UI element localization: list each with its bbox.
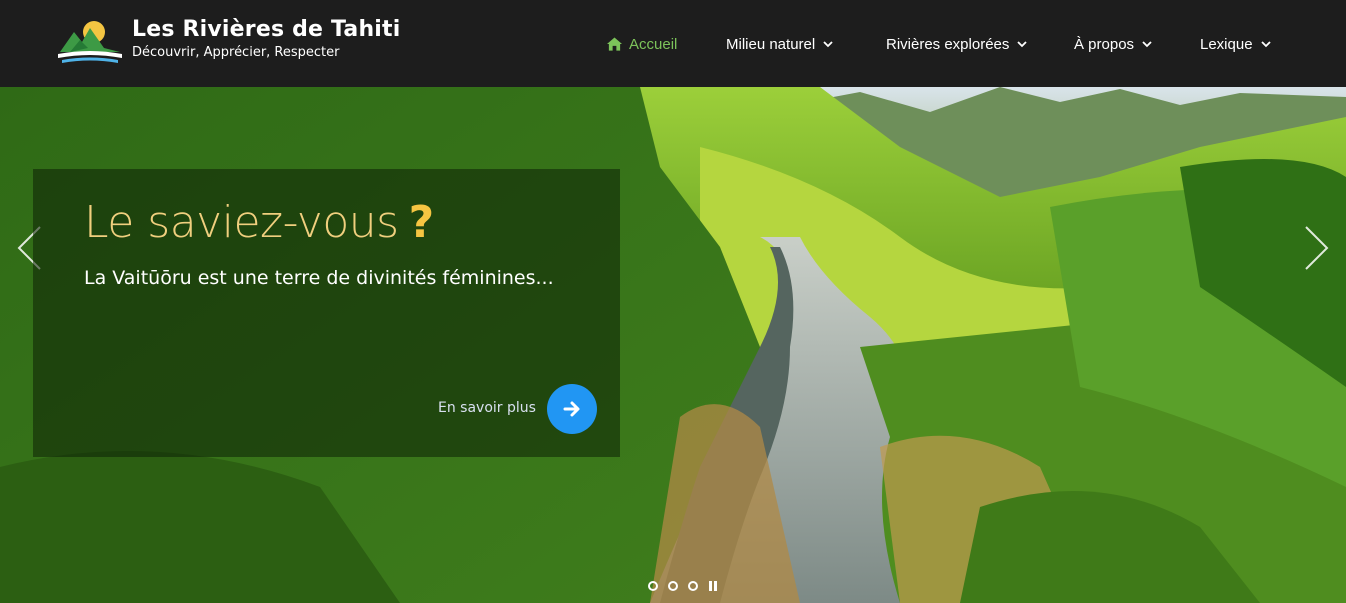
slider-pause-icon[interactable] (709, 581, 717, 591)
site-tagline: Découvrir, Apprécier, Respecter (132, 45, 340, 60)
slider-dot-3[interactable] (688, 581, 698, 591)
site-logo[interactable]: Les Rivières de Tahiti Découvrir, Appréc… (58, 16, 401, 68)
chevron-down-icon (1017, 40, 1028, 47)
chevron-down-icon (1260, 40, 1271, 47)
slider-pagination (648, 581, 717, 591)
home-icon (607, 37, 622, 51)
arrow-right-icon (563, 401, 580, 417)
nav-item-milieu-naturel[interactable]: Milieu naturel (726, 33, 833, 55)
logo-mountain-icon (58, 21, 122, 63)
nav-item-lexique[interactable]: Lexique (1200, 33, 1271, 55)
slide-caption-box: Le saviez-vous? La Vaitūōru est une terr… (33, 169, 620, 457)
nav-item-label: À propos (1074, 35, 1135, 53)
nav-item-rivieres-explorees[interactable]: Rivières explorées (886, 33, 1028, 55)
chevron-down-icon (823, 40, 833, 47)
slider-dot-1[interactable] (648, 581, 658, 591)
nav-item-a-propos[interactable]: À propos (1074, 33, 1152, 55)
nav-item-accueil[interactable]: Accueil (607, 33, 677, 55)
caption-title: Le saviez-vous? (84, 197, 434, 248)
caption-question-mark: ? (408, 197, 435, 248)
site-header: Les Rivières de Tahiti Découvrir, Appréc… (0, 0, 1346, 87)
chevron-down-icon (1142, 40, 1152, 47)
read-more-button[interactable] (547, 384, 597, 434)
nav-item-label: Rivières explorées (886, 35, 1010, 53)
caption-title-text: Le saviez-vous (84, 197, 399, 248)
hero-slider: Le saviez-vous? La Vaitūōru est une terr… (0, 87, 1346, 603)
slider-next-arrow-icon[interactable] (1304, 225, 1330, 271)
nav-item-label: Lexique (1200, 35, 1253, 53)
site-title: Les Rivières de Tahiti (132, 17, 401, 42)
nav-item-label: Milieu naturel (726, 35, 816, 53)
read-more-label[interactable]: En savoir plus (438, 400, 536, 416)
nav-item-label: Accueil (629, 35, 678, 53)
caption-text: La Vaitūōru est une terre de divinités f… (84, 267, 554, 289)
slider-dot-2[interactable] (668, 581, 678, 591)
